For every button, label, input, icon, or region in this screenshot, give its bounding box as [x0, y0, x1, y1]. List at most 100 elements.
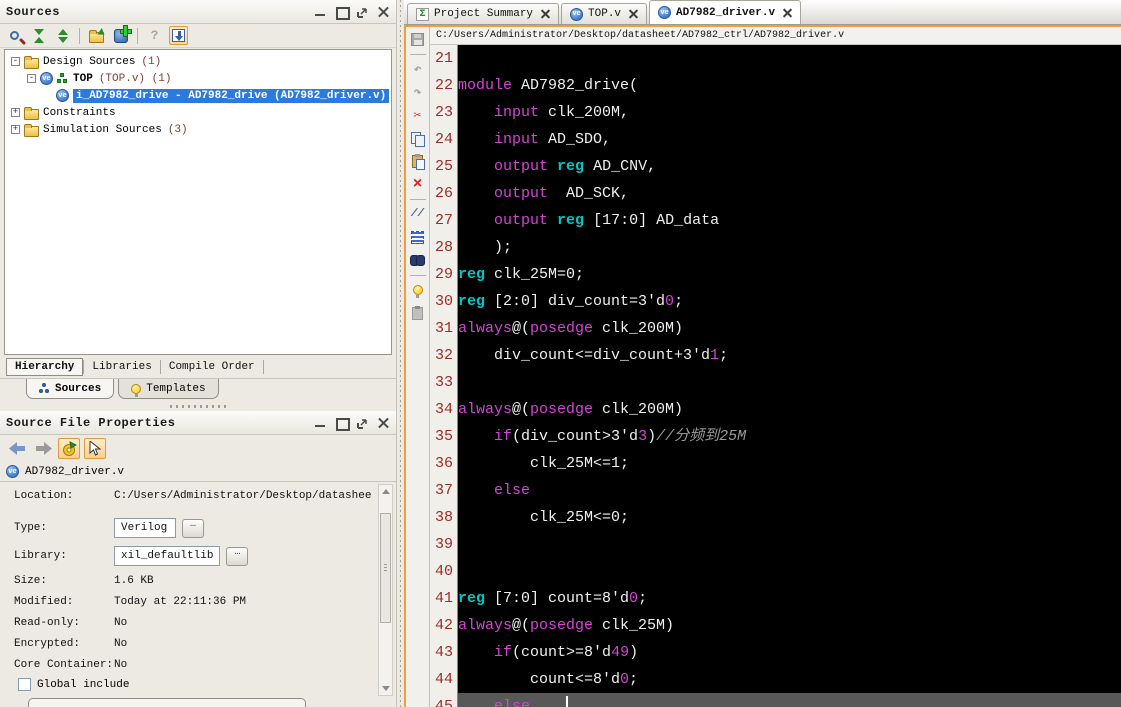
tab-libraries[interactable]: Libraries [84, 359, 159, 375]
select-cursor-icon[interactable] [84, 438, 106, 459]
save-icon[interactable] [408, 29, 428, 49]
paste-icon[interactable] [408, 151, 428, 171]
code-line[interactable]: reg clk_25M=0; [458, 261, 1121, 288]
code-line[interactable]: if(count>=8'd49) [458, 639, 1121, 666]
code-lines[interactable]: module AD7982_drive( input clk_200M, inp… [458, 45, 1121, 707]
property-field[interactable]: Verilog [114, 518, 176, 538]
code-token: clk_25M) [593, 617, 675, 634]
scroll-down-icon[interactable] [382, 686, 390, 691]
close-icon[interactable] [541, 10, 550, 19]
code-line[interactable] [458, 369, 1121, 396]
code-line[interactable]: clk_25M<=0; [458, 504, 1121, 531]
tree-item[interactable]: + Simulation Sources (3) [5, 121, 391, 138]
code-line[interactable]: always@(posedge clk_25M) [458, 612, 1121, 639]
editor-tab-project-summary[interactable]: Σ Project Summary [407, 3, 560, 24]
tree-item[interactable]: ve i_AD7982_drive - AD7982_drive (AD7982_… [5, 87, 391, 104]
scroll-up-icon[interactable] [382, 489, 390, 494]
global-include-checkbox[interactable] [18, 678, 31, 691]
close-icon[interactable] [783, 8, 792, 17]
code-token: reg [458, 590, 486, 607]
code-token: ; [629, 671, 639, 688]
code-line[interactable] [458, 558, 1121, 585]
scroll-to-selected-icon[interactable] [169, 26, 188, 45]
back-icon[interactable] [6, 438, 28, 459]
horizontal-splitter[interactable] [0, 402, 396, 411]
code-line[interactable]: always@(posedge clk_200M) [458, 396, 1121, 423]
code-line[interactable]: output AD_SCK, [458, 180, 1121, 207]
add-sources-icon[interactable] [111, 25, 132, 45]
editor-tab-ad7982-driver-v[interactable]: ve AD7982_driver.v [649, 0, 802, 24]
float-icon[interactable] [356, 6, 369, 18]
tab-templates[interactable]: Templates [118, 379, 219, 399]
float-icon[interactable] [356, 417, 369, 429]
code-line[interactable]: ); [458, 234, 1121, 261]
expand-all-icon[interactable] [53, 26, 72, 45]
maximize-icon[interactable] [335, 417, 350, 431]
code-line[interactable]: always@(posedge clk_200M) [458, 315, 1121, 342]
editor-tab-top-v[interactable]: ve TOP.v [561, 3, 648, 24]
more-button[interactable]: … [182, 518, 204, 538]
maximize-icon[interactable] [335, 6, 350, 20]
copy-icon[interactable] [408, 128, 428, 148]
code-line[interactable]: else [458, 477, 1121, 504]
code-line[interactable]: input AD_SDO, [458, 126, 1121, 153]
tree-item[interactable]: - ve TOP (TOP.v) (1) [5, 70, 391, 87]
collapse-all-icon[interactable] [29, 26, 48, 45]
code-line[interactable]: output reg AD_CNV, [458, 153, 1121, 180]
tab-sources[interactable]: Sources [26, 379, 115, 399]
indent-block-icon[interactable] [408, 227, 428, 247]
tree-expander-icon[interactable]: + [11, 125, 20, 134]
code-line[interactable]: if(div_count>3'd3)//分频到25M [458, 423, 1121, 450]
code-line[interactable]: reg [7:0] count=8'd0; [458, 585, 1121, 612]
close-icon[interactable] [377, 6, 390, 18]
find-replace-icon[interactable] [408, 250, 428, 270]
tree-expander-icon[interactable]: - [27, 74, 36, 83]
cut-icon[interactable]: ✂ [408, 105, 428, 125]
vertical-splitter[interactable] [396, 0, 404, 707]
close-icon[interactable] [377, 417, 390, 429]
search-icon[interactable] [5, 26, 24, 45]
module-icon [57, 72, 69, 85]
redo-icon[interactable]: ↷ [408, 82, 428, 102]
global-include-row: Global include [18, 678, 396, 691]
scrollbar-thumb[interactable] [380, 513, 391, 623]
close-icon[interactable] [629, 10, 638, 19]
code-line[interactable]: reg [2:0] div_count=3'd0; [458, 288, 1121, 315]
code-line[interactable]: count<=8'd0; [458, 666, 1121, 693]
text-cursor [566, 696, 568, 707]
tab-compile-order[interactable]: Compile Order [161, 359, 263, 375]
code-area[interactable]: 21 22 23 24 25 26 27 28 29 30 31 32 33 34 35 36 37 38 39 40… [430, 45, 1121, 707]
properties-scrollbar[interactable] [378, 484, 393, 696]
code-line[interactable]: clk_25M<=1; [458, 450, 1121, 477]
code-line[interactable]: div_count<=div_count+3'd1; [458, 342, 1121, 369]
property-field[interactable]: xil_defaultlib [114, 546, 221, 566]
property-label: Modified: [14, 596, 74, 608]
properties-gear-icon[interactable] [58, 438, 80, 459]
tree-expander-icon[interactable]: - [11, 57, 20, 66]
tree-item[interactable]: + Constraints [5, 104, 391, 121]
comment-icon[interactable]: // [408, 204, 428, 224]
forward-icon[interactable] [32, 438, 54, 459]
properties-bottom-tab[interactable] [28, 698, 306, 707]
code-line[interactable]: module AD7982_drive( [458, 72, 1121, 99]
minimize-icon[interactable] [314, 6, 327, 18]
sources-view-tabs: Hierarchy Libraries Compile Order [0, 356, 396, 379]
tree-item[interactable]: - Design Sources (1) [5, 53, 391, 70]
code-line[interactable]: output reg [17:0] AD_data [458, 207, 1121, 234]
more-button[interactable]: … [226, 546, 249, 566]
minimize-icon[interactable] [314, 417, 327, 429]
code-line[interactable] [458, 45, 1121, 72]
tab-hierarchy[interactable]: Hierarchy [6, 358, 84, 376]
code-line[interactable]: input clk_200M, [458, 99, 1121, 126]
undo-icon[interactable]: ↶ [408, 59, 428, 79]
code-line[interactable] [458, 531, 1121, 558]
property-value: Today at 22:11:36 PM [114, 596, 247, 608]
code-token: reg [557, 158, 585, 175]
code-line[interactable]: else [458, 693, 1121, 707]
help-icon[interactable]: ? [145, 26, 164, 45]
language-templates-icon[interactable] [408, 280, 428, 300]
open-file-icon[interactable] [87, 26, 107, 45]
tree-expander-icon[interactable]: + [11, 108, 20, 117]
delete-icon[interactable]: × [408, 174, 428, 194]
clipboard-icon[interactable] [408, 303, 428, 323]
